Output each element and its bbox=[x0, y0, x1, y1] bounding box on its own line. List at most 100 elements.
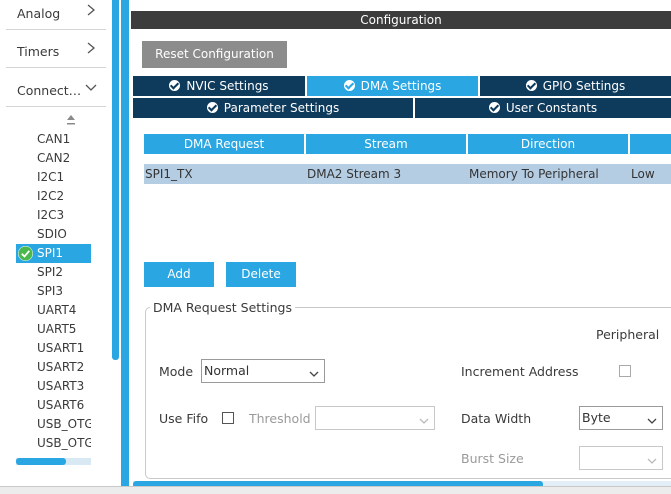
sidebar-vertical-scroll-thumb[interactable] bbox=[112, 0, 119, 360]
check-circle-icon bbox=[488, 102, 500, 113]
peripheral-item-i2c2[interactable]: I2C2 bbox=[16, 187, 91, 206]
category-analog[interactable]: Analog bbox=[6, 0, 106, 30]
check-circle-icon bbox=[18, 246, 33, 261]
peripheral-item-can1[interactable]: CAN1 bbox=[16, 130, 91, 149]
burst-size-select[interactable] bbox=[579, 446, 663, 470]
dma-request-table: DMA Request Stream Direction SPI1_TX DMA… bbox=[144, 134, 671, 254]
data-width-select[interactable]: Byte bbox=[579, 406, 663, 430]
sort-arrow-icon[interactable] bbox=[66, 114, 76, 126]
peripheral-label: USART1 bbox=[37, 341, 85, 355]
peripheral-label: SDIO bbox=[37, 227, 67, 241]
check-circle-icon bbox=[525, 80, 537, 91]
peripheral-label: SPI1 bbox=[37, 246, 64, 260]
chevron-down-icon bbox=[418, 412, 430, 424]
column-header-stream[interactable]: Stream bbox=[306, 134, 466, 154]
peripheral-item-usart6[interactable]: USART6 bbox=[16, 396, 91, 415]
peripheral-item-uart4[interactable]: UART4 bbox=[16, 301, 91, 320]
peripheral-label: USART6 bbox=[37, 398, 85, 412]
increment-address-label: Increment Address bbox=[461, 364, 579, 379]
sidebar-horizontal-scroll-thumb[interactable] bbox=[16, 458, 66, 465]
data-width-select-value: Byte bbox=[582, 410, 611, 425]
cell-priority: Low bbox=[631, 167, 655, 181]
peripheral-item-usb-otg-hs[interactable]: USB_OTG bbox=[16, 434, 91, 453]
peripheral-label: USB_OTG bbox=[37, 417, 91, 431]
peripheral-label: UART5 bbox=[37, 322, 77, 336]
configuration-title: Configuration bbox=[131, 11, 671, 29]
cell-stream: DMA2 Stream 3 bbox=[307, 167, 402, 181]
tab-label: User Constants bbox=[505, 101, 598, 115]
peripheral-item-can2[interactable]: CAN2 bbox=[16, 149, 91, 168]
peripheral-label: USB_OTG bbox=[37, 436, 91, 450]
peripheral-item-usart3[interactable]: USART3 bbox=[16, 377, 91, 396]
peripheral-increment-checkbox[interactable] bbox=[619, 365, 631, 377]
chevron-down-icon bbox=[84, 79, 98, 95]
settings-tabs: NVIC Settings DMA Settings GPIO Settings… bbox=[133, 76, 671, 118]
peripheral-item-spi3[interactable]: SPI3 bbox=[16, 282, 91, 301]
peripheral-label: I2C3 bbox=[37, 208, 65, 222]
chevron-right-icon bbox=[84, 40, 98, 56]
delete-button[interactable]: Delete bbox=[226, 262, 296, 287]
reset-configuration-button[interactable]: Reset Configuration bbox=[142, 41, 287, 68]
peripheral-label: UART4 bbox=[37, 303, 77, 317]
panel-splitter[interactable] bbox=[121, 0, 129, 486]
tab-label: NVIC Settings bbox=[186, 79, 269, 93]
chevron-down-icon bbox=[646, 412, 658, 424]
peripheral-label: I2C1 bbox=[37, 170, 65, 184]
peripheral-item-spi2[interactable]: SPI2 bbox=[16, 263, 91, 282]
add-button[interactable]: Add bbox=[144, 262, 214, 287]
peripheral-column-label: Peripheral bbox=[596, 327, 660, 342]
tab-gpio-settings[interactable]: GPIO Settings bbox=[480, 76, 671, 96]
peripheral-item-sdio[interactable]: SDIO bbox=[16, 225, 91, 244]
peripheral-item-uart5[interactable]: UART5 bbox=[16, 320, 91, 339]
tab-label: DMA Settings bbox=[360, 79, 442, 93]
tab-dma-settings[interactable]: DMA Settings bbox=[307, 76, 478, 96]
chevron-down-icon bbox=[308, 365, 320, 377]
tab-nvic-settings[interactable]: NVIC Settings bbox=[133, 76, 305, 96]
category-label: Connect… bbox=[17, 83, 82, 98]
mode-select[interactable]: Normal bbox=[201, 359, 325, 383]
peripheral-label: I2C2 bbox=[37, 189, 65, 203]
tab-label: GPIO Settings bbox=[542, 79, 626, 93]
threshold-label: Threshold bbox=[249, 411, 311, 426]
check-circle-icon bbox=[169, 80, 181, 91]
column-header-direction[interactable]: Direction bbox=[468, 134, 628, 154]
check-circle-icon bbox=[206, 102, 218, 113]
column-header-dma-request[interactable]: DMA Request bbox=[144, 134, 304, 154]
peripheral-item-usart1[interactable]: USART1 bbox=[16, 339, 91, 358]
chevron-right-icon bbox=[84, 2, 98, 18]
mode-label: Mode bbox=[159, 364, 194, 379]
column-header-priority[interactable] bbox=[630, 134, 671, 154]
peripheral-item-usb-otg-fs[interactable]: USB_OTG bbox=[16, 415, 91, 434]
dma-request-settings-legend: DMA Request Settings bbox=[150, 300, 295, 315]
peripheral-label: USART3 bbox=[37, 379, 85, 393]
peripheral-label: SPI3 bbox=[37, 284, 64, 298]
tab-user-constants[interactable]: User Constants bbox=[415, 98, 671, 118]
chevron-down-icon bbox=[646, 452, 658, 464]
use-fifo-label: Use Fifo bbox=[159, 411, 209, 426]
peripheral-label: USART2 bbox=[37, 360, 85, 374]
table-row[interactable]: SPI1_TX DMA2 Stream 3 Memory To Peripher… bbox=[144, 164, 671, 184]
check-circle-icon bbox=[343, 80, 355, 91]
peripheral-item-usart2[interactable]: USART2 bbox=[16, 358, 91, 377]
category-connectivity[interactable]: Connect… bbox=[6, 77, 106, 107]
bottom-status-strip bbox=[0, 486, 671, 494]
peripheral-item-i2c3[interactable]: I2C3 bbox=[16, 206, 91, 225]
peripheral-label: CAN2 bbox=[37, 151, 71, 165]
peripheral-sidebar: Analog Timers Connect… CAN1 CAN2 I2C1 I2… bbox=[0, 0, 112, 486]
mode-select-value: Normal bbox=[204, 363, 250, 378]
peripheral-label: SPI2 bbox=[37, 265, 64, 279]
category-timers[interactable]: Timers bbox=[6, 38, 106, 68]
tab-parameter-settings[interactable]: Parameter Settings bbox=[133, 98, 413, 118]
tab-label: Parameter Settings bbox=[223, 101, 340, 115]
peripheral-item-spi1[interactable]: SPI1 bbox=[16, 244, 91, 263]
peripheral-label: CAN1 bbox=[37, 132, 71, 146]
burst-size-label: Burst Size bbox=[461, 451, 524, 466]
category-label: Analog bbox=[17, 6, 61, 21]
use-fifo-checkbox[interactable] bbox=[222, 412, 234, 424]
cell-dma-request: SPI1_TX bbox=[145, 167, 193, 181]
data-width-label: Data Width bbox=[461, 411, 532, 426]
peripheral-item-i2c1[interactable]: I2C1 bbox=[16, 168, 91, 187]
cell-direction: Memory To Peripheral bbox=[469, 167, 599, 181]
category-label: Timers bbox=[17, 44, 60, 59]
threshold-select[interactable] bbox=[315, 406, 435, 430]
